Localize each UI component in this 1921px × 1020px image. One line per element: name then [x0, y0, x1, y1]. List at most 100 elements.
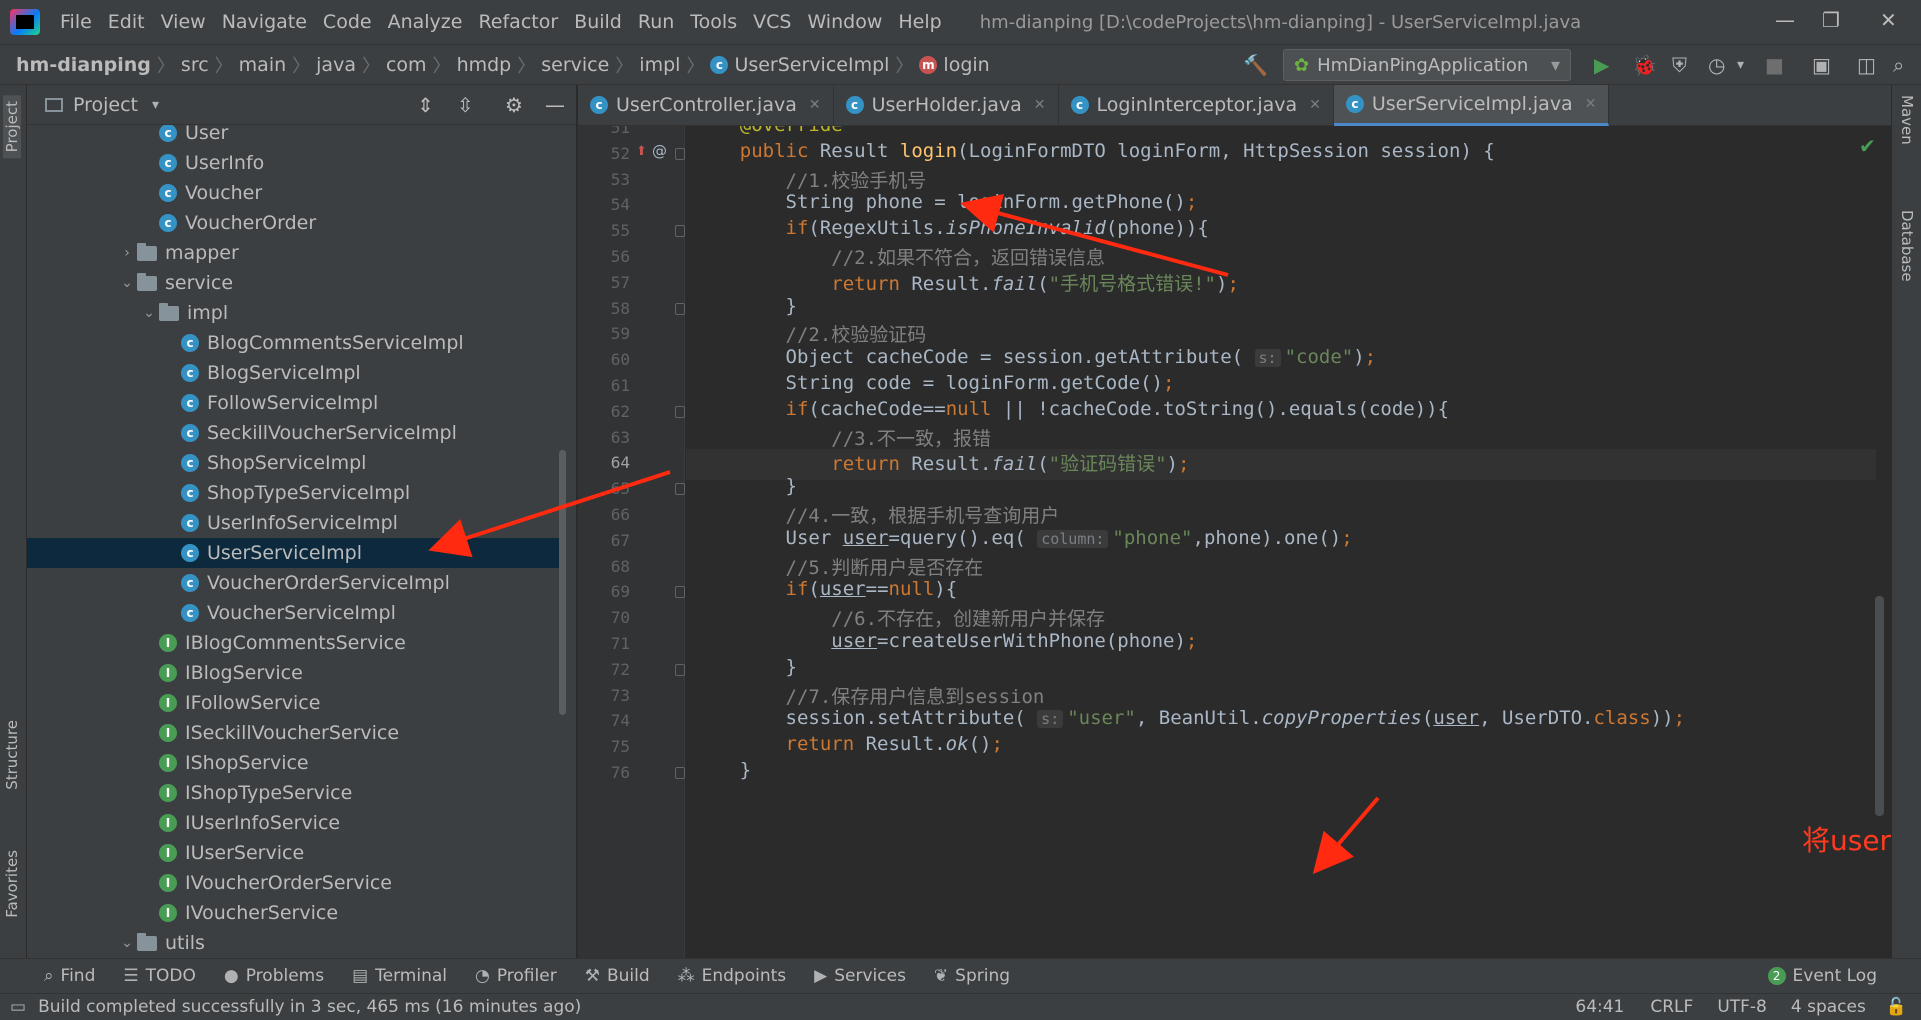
tree-item[interactable]: I IShopService	[27, 748, 563, 778]
line-number[interactable]: 58	[578, 299, 630, 318]
caret-position[interactable]: 64:41	[1575, 997, 1624, 1017]
chevron-down-icon[interactable]: ⌄	[139, 305, 159, 321]
chevron-down-icon[interactable]: ⌄	[117, 275, 137, 291]
run-icon[interactable]: ▶	[1594, 53, 1609, 77]
chevron-down-icon[interactable]: ⌄	[117, 935, 137, 951]
tree-item[interactable]: c Voucher	[27, 178, 563, 208]
tool-window-build[interactable]: ⚒ Build	[571, 966, 664, 986]
tree-item[interactable]: c SeckillVoucherServiceImpl	[27, 418, 563, 448]
line-separator[interactable]: CRLF	[1650, 997, 1693, 1017]
fold-marker-icon[interactable]	[675, 225, 685, 238]
minimize-icon[interactable]: —	[1775, 8, 1795, 32]
tree-item[interactable]: I IBlogService	[27, 658, 563, 688]
tree-item[interactable]: c BlogCommentsServiceImpl	[27, 328, 563, 358]
line-number[interactable]: 68	[578, 557, 630, 576]
lock-icon[interactable]: 🔓	[1886, 997, 1907, 1017]
indent-setting[interactable]: 4 spaces	[1791, 997, 1866, 1017]
tool-window-find[interactable]: ⌕ Find	[30, 966, 109, 986]
tree-item[interactable]: c User	[27, 125, 563, 148]
tool-window-services[interactable]: ▶ Services	[800, 966, 920, 986]
line-number[interactable]: 51	[578, 126, 630, 137]
gear-icon[interactable]: ⚙	[505, 93, 523, 117]
line-number[interactable]: 56	[578, 247, 630, 266]
search-icon[interactable]: ⌕	[1893, 53, 1904, 77]
line-number[interactable]: 53	[578, 170, 630, 189]
tree-item[interactable]: c UserInfo	[27, 148, 563, 178]
menu-window[interactable]: Window	[799, 11, 890, 33]
tree-item[interactable]: c FollowServiceImpl	[27, 388, 563, 418]
chevron-down-icon[interactable]: ▾	[152, 97, 159, 113]
editor-tab[interactable]: c UserHolder.java ✕	[834, 84, 1059, 126]
tree-item[interactable]: ⌄ service	[27, 268, 563, 298]
breadcrumb-item[interactable]: com	[380, 54, 433, 76]
line-number[interactable]: 57	[578, 273, 630, 292]
file-encoding[interactable]: UTF-8	[1717, 997, 1767, 1017]
line-number[interactable]: 75	[578, 737, 630, 756]
menu-code[interactable]: Code	[315, 11, 380, 33]
tree-item[interactable]: I IFollowService	[27, 688, 563, 718]
tree-item[interactable]: c ShopServiceImpl	[27, 448, 563, 478]
breadcrumb-item[interactable]: java	[310, 54, 362, 76]
breadcrumb-item[interactable]: service	[535, 54, 615, 76]
tree-item[interactable]: c UserServiceImpl	[27, 538, 563, 568]
code-line[interactable]: }	[694, 759, 751, 790]
breadcrumb-item[interactable]: main	[233, 54, 292, 76]
menu-tools[interactable]: Tools	[682, 11, 745, 33]
breadcrumb-item[interactable]: hmdp	[451, 54, 518, 76]
line-number[interactable]: 55	[578, 221, 630, 240]
line-number[interactable]: 66	[578, 505, 630, 524]
tool-window-spring[interactable]: ❦ Spring	[920, 966, 1024, 986]
tree-item[interactable]: I ISeckillVoucherService	[27, 718, 563, 748]
line-number[interactable]: 69	[578, 582, 630, 601]
menu-view[interactable]: View	[153, 11, 214, 33]
editor-scrollbar[interactable]	[1875, 596, 1884, 816]
fold-marker-icon[interactable]	[675, 767, 685, 779]
debug-icon[interactable]: 🐞	[1632, 53, 1657, 77]
close-tab-icon[interactable]: ✕	[809, 97, 821, 113]
tree-item[interactable]: I IShopTypeService	[27, 778, 563, 808]
tree-item[interactable]: c ShopTypeServiceImpl	[27, 478, 563, 508]
menu-navigate[interactable]: Navigate	[214, 11, 315, 33]
line-number[interactable]: 61	[578, 376, 630, 395]
breadcrumb-item[interactable]: src	[175, 54, 215, 76]
tree-item[interactable]: I IUserInfoService	[27, 808, 563, 838]
side-tab-maven[interactable]: Maven	[1898, 95, 1916, 145]
override-marker-icon[interactable]: ⬆	[636, 144, 647, 159]
menu-edit[interactable]: Edit	[100, 11, 153, 33]
side-tab-structure[interactable]: Structure	[3, 720, 21, 790]
line-number[interactable]: 59	[578, 324, 630, 343]
line-number[interactable]: 60	[578, 350, 630, 369]
tree-item[interactable]: c VoucherOrder	[27, 208, 563, 238]
expand-all-icon[interactable]: ⇕	[417, 93, 434, 117]
tool-window-terminal[interactable]: ▤ Terminal	[338, 966, 461, 986]
tree-item[interactable]: c VoucherServiceImpl	[27, 598, 563, 628]
menu-help[interactable]: Help	[890, 11, 949, 33]
annotation-marker-icon[interactable]: @	[652, 142, 667, 160]
tree-item[interactable]: ⌄ utils	[27, 928, 563, 958]
menu-vcs[interactable]: VCS	[745, 11, 799, 33]
run-configuration-select[interactable]: ✿ HmDianPingApplication ▾	[1283, 49, 1571, 81]
menu-refactor[interactable]: Refactor	[470, 11, 566, 33]
fold-marker-icon[interactable]	[675, 663, 685, 676]
tree-item[interactable]: ⌄ impl	[27, 298, 563, 328]
side-tab-project[interactable]: Project	[3, 95, 21, 159]
close-icon[interactable]: ✕	[1880, 8, 1897, 32]
hide-icon[interactable]: —	[545, 93, 565, 117]
menu-analyze[interactable]: Analyze	[380, 11, 471, 33]
menu-build[interactable]: Build	[566, 11, 630, 33]
tree-item[interactable]: c VoucherOrderServiceImpl	[27, 568, 563, 598]
line-number[interactable]: 67	[578, 531, 630, 550]
line-number[interactable]: 74	[578, 711, 630, 730]
code-editor[interactable]: 51 52 53 54 55 56 57 58 59 60 61 62 63 64 65 66 67 68 69 70…	[578, 126, 1891, 958]
fold-marker-icon[interactable]	[675, 586, 685, 599]
line-number[interactable]: 63	[578, 428, 630, 447]
profile-dropdown-icon[interactable]: ▾	[1737, 57, 1744, 73]
breadcrumb-item[interactable]: hm-dianping	[10, 54, 157, 76]
editor-tab[interactable]: c LoginInterceptor.java ✕	[1059, 84, 1334, 126]
tool-window-todo[interactable]: ☰ TODO	[109, 966, 210, 986]
inspection-ok-icon[interactable]: ✔	[1859, 134, 1876, 158]
fold-marker-icon[interactable]	[675, 405, 685, 418]
status-toggle-icon[interactable]: ▭	[10, 997, 26, 1017]
tree-item[interactable]: I IBlogCommentsService	[27, 628, 563, 658]
tool-window-profiler[interactable]: ◔ Profiler	[461, 966, 571, 986]
